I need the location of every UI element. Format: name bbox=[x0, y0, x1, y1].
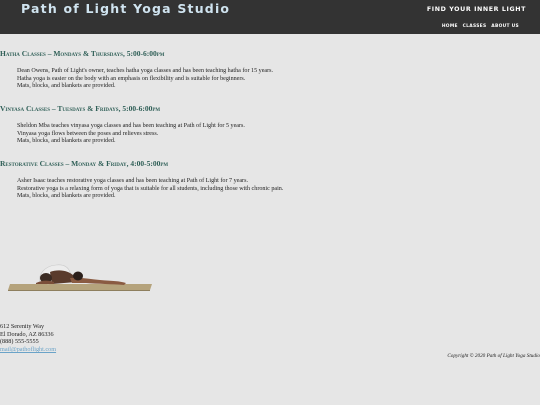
class-description-line: Mats, blocks, and blankets are provided. bbox=[17, 193, 116, 200]
class-heading: Hatha Classes – Mondays & Thursdays, 5:0… bbox=[0, 49, 165, 58]
class-description-line: Mats, blocks, and blankets are provided. bbox=[17, 138, 116, 145]
class-section-hatha: Hatha Classes – Mondays & Thursdays, 5:0… bbox=[0, 49, 273, 91]
class-heading: Vinyasa Classes – Tuesdays & Fridays, 5:… bbox=[0, 104, 161, 113]
class-description-line: Sheldon Mba teaches vinyasa yoga classes… bbox=[17, 123, 245, 129]
class-heading: Restorative Classes – Monday & Friday, 4… bbox=[0, 159, 169, 168]
site-header: Path of Light Yoga Studio FIND YOUR INNE… bbox=[0, 0, 540, 34]
nav-classes[interactable]: CLASSES bbox=[463, 24, 487, 29]
class-description-line: Dean Owens, Path of Light's owner, teach… bbox=[17, 68, 274, 74]
footer-address: 612 Serenity Way El Dorado, AZ 86336 (88… bbox=[0, 323, 56, 354]
class-section-vinyasa: Vinyasa Classes – Tuesdays & Fridays, 5:… bbox=[0, 104, 245, 146]
class-description: Asher Isaac teaches restorative yoga cla… bbox=[17, 178, 283, 201]
nav-home[interactable]: HOME bbox=[442, 24, 458, 29]
address-street: 612 Serenity Way bbox=[0, 323, 45, 330]
yoga-child-pose-icon bbox=[8, 264, 152, 291]
address-city: El Dorado, AZ 86336 bbox=[0, 330, 54, 338]
yoga-pose-image bbox=[8, 258, 154, 297]
tagline: FIND YOUR INNER LIGHT bbox=[426, 6, 526, 13]
class-description: Dean Owens, Path of Light's owner, teach… bbox=[17, 68, 273, 91]
class-section-restorative: Restorative Classes – Monday & Friday, 4… bbox=[0, 159, 283, 201]
class-description: Sheldon Mba teaches vinyasa yoga classes… bbox=[17, 123, 245, 146]
phone-number: (888) 555-5555 bbox=[0, 338, 39, 346]
class-description-line: Restorative yoga is a relaxing form of y… bbox=[17, 185, 284, 192]
email-link[interactable]: mail@pathoflight.com bbox=[0, 346, 56, 354]
class-description-line: Mats, blocks, and blankets are provided. bbox=[17, 83, 116, 90]
site-title[interactable]: Path of Light Yoga Studio bbox=[21, 1, 230, 16]
class-description-line: Hatha yoga is easier on the body with an… bbox=[17, 75, 246, 82]
main-nav: HOME CLASSES ABOUT US bbox=[439, 24, 519, 29]
class-description-line: Vinyasa yoga flows between the poses and… bbox=[17, 130, 159, 137]
nav-about-us[interactable]: ABOUT US bbox=[491, 24, 519, 29]
copyright: Copyright © 2020 Path of Light Yoga Stud… bbox=[447, 353, 540, 359]
class-description-line: Asher Isaac teaches restorative yoga cla… bbox=[17, 178, 248, 184]
